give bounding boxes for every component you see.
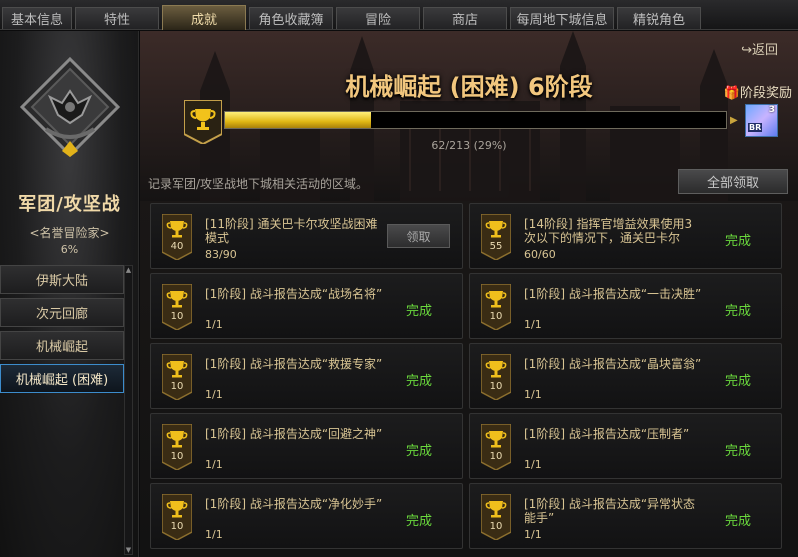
category-title: 军团/攻坚战 (18, 194, 121, 215)
achievement-title: [11阶段] 通关巴卡尔攻坚战困难模式 (205, 217, 378, 245)
stage-reward-item[interactable]: 3 BR (745, 104, 778, 137)
trophy-icon (481, 214, 511, 260)
achievement-progress: 83/90 (205, 248, 237, 261)
completed-status: 完成 (406, 374, 433, 389)
completed-status: 完成 (725, 304, 752, 319)
achievement-progress: 60/60 (524, 248, 556, 261)
achievement-card: 10 [1阶段] 战斗报告达成“异常状态能手” 1/1 完成 (469, 483, 782, 549)
achievement-points: 55 (489, 241, 503, 252)
achievement-progress: 1/1 (205, 528, 223, 541)
tab-shop[interactable]: 商店 (423, 7, 507, 29)
achievement-progress: 1/1 (524, 388, 542, 401)
category-percent: 6% (60, 243, 79, 256)
reward-tag: BR (748, 123, 763, 132)
tab-basic-info[interactable]: 基本信息 (2, 7, 72, 29)
back-button[interactable]: ↪返回 (741, 39, 778, 58)
achievement-title: [1阶段] 战斗报告达成“回避之神” (205, 427, 383, 441)
guild-siege-emblem-icon (20, 57, 120, 157)
achievement-progress: 1/1 (524, 458, 542, 471)
trophy-badge-icon (184, 100, 222, 144)
trophy-icon (162, 354, 192, 400)
completed-status: 完成 (725, 444, 752, 459)
trophy-icon (162, 424, 192, 470)
achievement-progress: 1/1 (205, 388, 223, 401)
achievement-title: [1阶段] 战斗报告达成“异常状态能手” (524, 497, 696, 525)
tab-achievements[interactable]: 成就 (162, 5, 246, 30)
achievement-points: 10 (170, 521, 184, 532)
sidebar-item-isle-continent[interactable]: 伊斯大陆 (0, 265, 124, 294)
sidebar-item-dimension-corridor[interactable]: 次元回廊 (0, 298, 124, 327)
completed-status: 完成 (406, 514, 433, 529)
progress-arrow-icon: ▶ (730, 115, 738, 126)
achievement-card: 10 [1阶段] 战斗报告达成“一击决胜” 1/1 完成 (469, 273, 782, 339)
achievement-title: [1阶段] 战斗报告达成“净化妙手” (205, 497, 383, 511)
achievement-title: [1阶段] 战斗报告达成“压制者” (524, 427, 690, 441)
achievement-panel: ↪返回 机械崛起 (困难) 6阶段 🎁阶段奖励 ▶ 3 BR 62/213 (2… (140, 31, 798, 557)
stage-progress-fill (225, 112, 371, 128)
honor-rank-label: <名誉冒险家> (29, 226, 110, 240)
completed-status: 完成 (406, 444, 433, 459)
achievement-progress: 1/1 (205, 458, 223, 471)
claim-button[interactable]: 领取 (387, 224, 450, 248)
achievement-title: [1阶段] 战斗报告达成“战场名将” (205, 287, 383, 301)
achievement-card: 10 [1阶段] 战斗报告达成“净化妙手” 1/1 完成 (150, 483, 463, 549)
trophy-icon (162, 214, 192, 260)
achievement-card: 10 [1阶段] 战斗报告达成“回避之神” 1/1 完成 (150, 413, 463, 479)
completed-status: 完成 (406, 304, 433, 319)
achievement-points: 10 (170, 451, 184, 462)
tab-weekly-dungeon[interactable]: 每周地下城信息 (510, 7, 614, 29)
trophy-icon (481, 284, 511, 330)
page-title: 机械崛起 (困难) 6阶段 (345, 73, 593, 101)
tab-elite-characters[interactable]: 精锐角色 (617, 7, 701, 29)
completed-status: 完成 (725, 234, 752, 249)
achievement-card: 10 [1阶段] 战斗报告达成“战场名将” 1/1 完成 (150, 273, 463, 339)
tab-traits[interactable]: 特性 (75, 7, 159, 29)
achievement-card: 10 [1阶段] 战斗报告达成“压制者” 1/1 完成 (469, 413, 782, 479)
achievement-points: 10 (489, 381, 503, 392)
sidebar-scrollbar[interactable]: ▲ ▼ (124, 265, 133, 555)
achievement-title: [1阶段] 战斗报告达成“晶块富翁” (524, 357, 702, 371)
achievement-card: 10 [1阶段] 战斗报告达成“晶块富翁” 1/1 完成 (469, 343, 782, 409)
stage-reward-label: 🎁阶段奖励 (723, 86, 792, 101)
scroll-down-icon[interactable]: ▼ (125, 546, 132, 554)
category-sidebar: 军团/攻坚战 <名誉冒险家> 6% 伊斯大陆 次元回廊 机械崛起 机械崛起 (困… (0, 31, 139, 557)
achievement-progress: 1/1 (524, 528, 542, 541)
trophy-icon (481, 424, 511, 470)
achievement-card: 55 [14阶段] 指挥官增益效果使用3次以下的情况下，通关巴卡尔 60/60 完成 (469, 203, 782, 269)
completed-status: 完成 (725, 514, 752, 529)
tab-character-collection[interactable]: 角色收藏簿 (249, 7, 333, 29)
achievement-title: [1阶段] 战斗报告达成“一击决胜” (524, 287, 702, 301)
achievement-card: 40 [11阶段] 通关巴卡尔攻坚战困难模式 83/90 领取 (150, 203, 463, 269)
top-tab-bar: 基本信息 特性 成就 角色收藏簿 冒险 商店 每周地下城信息 精锐角色 (0, 0, 798, 30)
scroll-up-icon[interactable]: ▲ (125, 266, 132, 274)
achievement-progress: 1/1 (524, 318, 542, 331)
dungeon-list: 伊斯大陆 次元回廊 机械崛起 机械崛起 (困难) (0, 265, 124, 397)
trophy-icon (162, 494, 192, 540)
achievement-points: 10 (489, 451, 503, 462)
achievement-card: 10 [1阶段] 战斗报告达成“救援专家” 1/1 完成 (150, 343, 463, 409)
trophy-icon (481, 354, 511, 400)
claim-all-button[interactable]: 全部领取 (678, 169, 788, 194)
achievement-title: [14阶段] 指挥官增益效果使用3次以下的情况下，通关巴卡尔 (524, 217, 693, 245)
trophy-icon (481, 494, 511, 540)
tab-adventure[interactable]: 冒险 (336, 7, 420, 29)
category-description: 记录军团/攻坚战地下城相关活动的区域。 (148, 177, 369, 191)
achievement-points: 10 (170, 311, 184, 322)
achievement-points: 40 (170, 241, 184, 252)
stage-progress-bar (224, 111, 727, 129)
completed-status: 完成 (725, 374, 752, 389)
reward-count: 3 (768, 105, 775, 115)
achievement-title: [1阶段] 战斗报告达成“救援专家” (205, 357, 383, 371)
trophy-icon (162, 284, 192, 330)
return-arrow-icon: ↪ (741, 43, 752, 58)
sidebar-item-mechanical-rise-hard[interactable]: 机械崛起 (困难) (0, 364, 124, 393)
gift-icon: 🎁 (723, 86, 740, 101)
achievement-points: 10 (170, 381, 184, 392)
achievement-points: 10 (489, 311, 503, 322)
sidebar-item-mechanical-rise[interactable]: 机械崛起 (0, 331, 124, 360)
achievement-points: 10 (489, 521, 503, 532)
stage-progress-text: 62/213 (29%) (431, 139, 507, 152)
achievement-progress: 1/1 (205, 318, 223, 331)
